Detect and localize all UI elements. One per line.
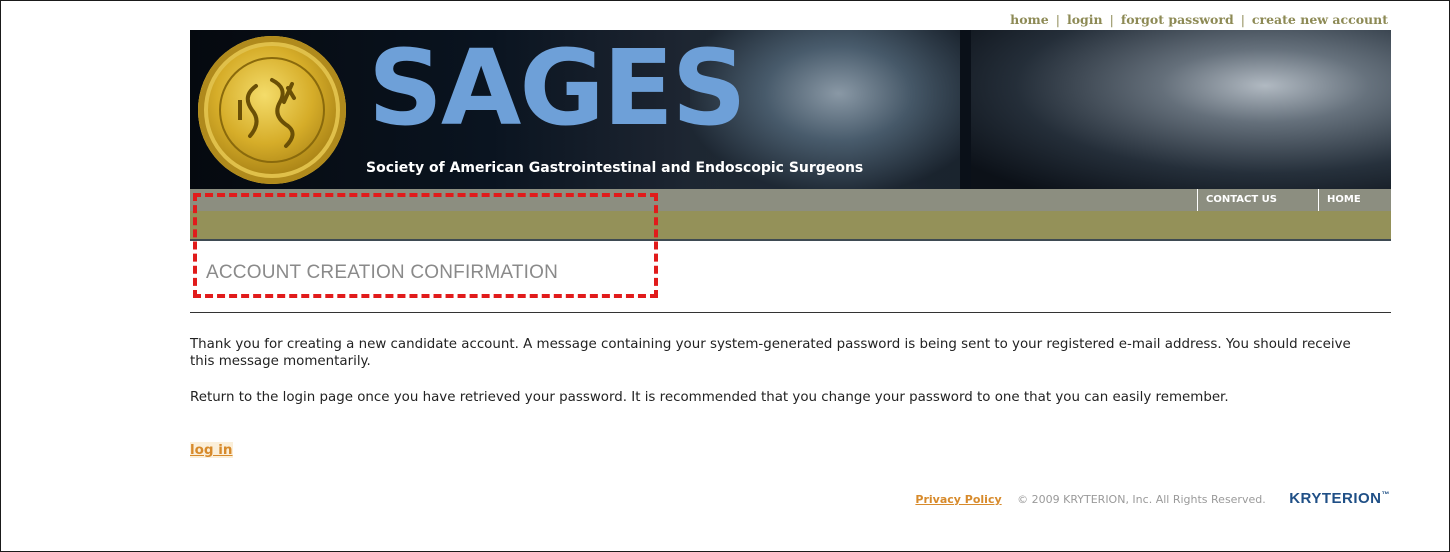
copyright-text: © 2009 KRYTERION, Inc. All Rights Reserv… [1017, 493, 1266, 506]
header-banner: SAGES Society of American Gastrointestin… [190, 30, 1391, 189]
trademark-symbol: ™ [1381, 490, 1390, 499]
top-link-home[interactable]: home [1010, 12, 1049, 27]
top-link-login[interactable]: login [1067, 12, 1103, 27]
nav-home[interactable]: HOME [1318, 189, 1391, 211]
link-separator: | [1240, 12, 1245, 27]
privacy-policy-link[interactable]: Privacy Policy [915, 493, 1001, 506]
sages-seal-logo [198, 36, 346, 184]
login-link[interactable]: log in [190, 442, 233, 458]
footer: Privacy Policy © 2009 KRYTERION, Inc. Al… [915, 490, 1390, 507]
kryterion-logo-text: KRYTERION [1289, 490, 1382, 507]
top-link-create-account[interactable]: create new account [1252, 12, 1388, 27]
instruction-message: Return to the login page once you have r… [190, 390, 1229, 405]
sages-wordmark: SAGES [368, 30, 747, 149]
top-utility-links: home | login | forgot password | create new ac… [1010, 12, 1388, 27]
annotation-highlight-box [193, 193, 658, 298]
kryterion-logo: KRYTERION™ [1289, 490, 1390, 507]
title-divider [190, 312, 1391, 313]
nav-contact-us[interactable]: CONTACT US [1197, 189, 1318, 211]
link-separator: | [1109, 12, 1114, 27]
surgical-robot-photo [971, 30, 1391, 189]
confirmation-message: Thank you for creating a new candidate a… [190, 337, 1351, 369]
society-name: Society of American Gastrointestinal and… [366, 160, 864, 176]
top-link-forgot-password[interactable]: forgot password [1121, 12, 1234, 27]
link-separator: | [1055, 12, 1060, 27]
